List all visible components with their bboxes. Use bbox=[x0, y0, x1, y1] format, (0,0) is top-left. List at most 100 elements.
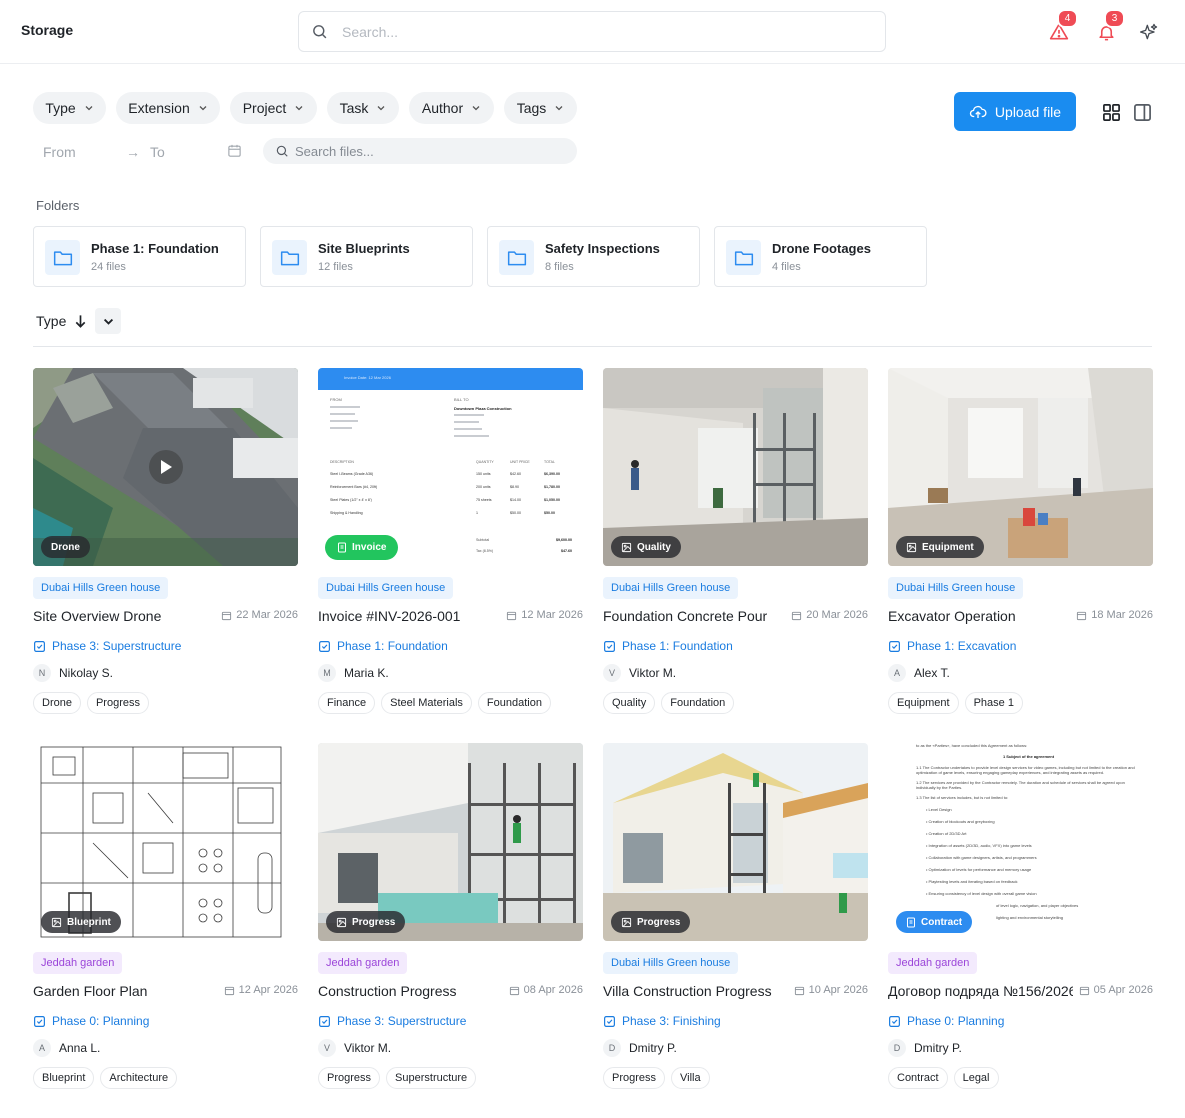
tag-chip[interactable]: Progress bbox=[86, 692, 149, 714]
task-link[interactable]: Phase 0: Planning bbox=[33, 1014, 149, 1028]
task-link[interactable]: Phase 0: Planning bbox=[888, 1014, 1004, 1028]
task-link[interactable]: Phase 1: Foundation bbox=[318, 639, 448, 653]
alert-button[interactable]: 4 bbox=[1048, 9, 1078, 43]
sort-dropdown[interactable] bbox=[95, 308, 121, 334]
avatar: D bbox=[888, 1039, 906, 1057]
file-title: Construction Progress bbox=[318, 983, 457, 999]
file-date: 20 Mar 2026 bbox=[791, 609, 868, 621]
date-to-field[interactable]: To bbox=[150, 144, 165, 160]
sort-label[interactable]: Type bbox=[36, 313, 66, 329]
file-thumbnail[interactable]: Blueprint bbox=[33, 743, 298, 941]
author-name: Viktor M. bbox=[629, 666, 677, 680]
tag-chip[interactable]: Equipment bbox=[888, 692, 959, 714]
project-tag[interactable]: Jeddah garden bbox=[888, 952, 978, 974]
file-card[interactable]: Progress Dubai Hills Green house Villa C… bbox=[603, 743, 868, 1093]
file-search[interactable] bbox=[263, 138, 577, 164]
filter-project[interactable]: Project bbox=[230, 92, 317, 124]
filter-type[interactable]: Type bbox=[33, 92, 106, 124]
tag-chip[interactable]: Drone bbox=[33, 692, 81, 714]
file-card[interactable]: Blueprint Jeddah garden Garden Floor Pla… bbox=[33, 743, 298, 1093]
tag-chip[interactable]: Progress bbox=[603, 1067, 666, 1089]
file-type-badge: Progress bbox=[326, 911, 406, 933]
filter-extension[interactable]: Extension bbox=[116, 92, 220, 124]
folder-card[interactable]: Site Blueprints 12 files bbox=[260, 226, 473, 287]
file-thumbnail[interactable]: Invoice Date: 12 Mar 2026 FROM BILL TO D… bbox=[318, 368, 583, 566]
project-tag[interactable]: Dubai Hills Green house bbox=[318, 577, 454, 599]
file-card[interactable]: to as the «Parties», have concluded this… bbox=[888, 743, 1153, 1093]
project-tag[interactable]: Jeddah garden bbox=[33, 952, 123, 974]
file-thumbnail[interactable]: Progress bbox=[318, 743, 583, 941]
file-type-label: Progress bbox=[637, 916, 681, 928]
arrow-down-icon[interactable] bbox=[73, 313, 88, 329]
tag-chip[interactable]: Foundation bbox=[477, 692, 551, 714]
file-thumbnail[interactable]: Progress bbox=[603, 743, 868, 941]
task-link[interactable]: Phase 3: Finishing bbox=[603, 1014, 721, 1028]
project-tag[interactable]: Jeddah garden bbox=[318, 952, 408, 974]
file-card[interactable]: Equipment Dubai Hills Green house Excava… bbox=[888, 368, 1153, 718]
alert-count-badge: 4 bbox=[1057, 9, 1078, 28]
invoice-cell: $42.60 bbox=[510, 472, 521, 476]
date-from-field[interactable]: From bbox=[43, 144, 76, 160]
file-type-label: Invoice bbox=[352, 542, 387, 553]
task-link[interactable]: Phase 1: Foundation bbox=[603, 639, 733, 653]
chevron-down-icon bbox=[85, 106, 93, 111]
author: D Dmitry P. bbox=[888, 1039, 962, 1057]
task-link[interactable]: Phase 3: Superstructure bbox=[318, 1014, 466, 1028]
file-thumbnail[interactable]: Quality bbox=[603, 368, 868, 566]
filter-author[interactable]: Author bbox=[409, 92, 494, 124]
invoice-col: QUANTITY bbox=[476, 460, 494, 464]
grid-view-icon[interactable] bbox=[1102, 103, 1121, 122]
file-thumbnail[interactable]: to as the «Parties», have concluded this… bbox=[888, 743, 1153, 941]
tag-chip[interactable]: Architecture bbox=[100, 1067, 178, 1089]
file-date: 12 Apr 2026 bbox=[224, 984, 298, 996]
folder-card[interactable]: Phase 1: Foundation 24 files bbox=[33, 226, 246, 287]
upload-file-button[interactable]: Upload file bbox=[954, 92, 1076, 131]
tag-chip[interactable]: Finance bbox=[318, 692, 376, 714]
play-button[interactable] bbox=[149, 450, 183, 484]
filter-tags[interactable]: Tags bbox=[504, 92, 577, 124]
file-date-value: 20 Mar 2026 bbox=[806, 609, 868, 621]
task-link[interactable]: Phase 1: Excavation bbox=[888, 639, 1016, 653]
filter-tags-label: Tags bbox=[516, 100, 547, 116]
file-thumbnail[interactable]: Drone bbox=[33, 368, 298, 566]
side-panel-icon[interactable] bbox=[1133, 103, 1152, 122]
file-search-input[interactable] bbox=[295, 143, 555, 159]
global-search[interactable] bbox=[298, 11, 886, 52]
author-name: Dmitry P. bbox=[914, 1041, 962, 1055]
tag-chip[interactable]: Quality bbox=[603, 692, 656, 714]
project-tag[interactable]: Dubai Hills Green house bbox=[33, 577, 169, 599]
project-tag[interactable]: Dubai Hills Green house bbox=[888, 577, 1024, 599]
calendar-icon[interactable] bbox=[227, 143, 242, 158]
tag-chip[interactable]: Superstructure bbox=[386, 1067, 477, 1089]
folder-card[interactable]: Safety Inspections 8 files bbox=[487, 226, 700, 287]
tag-chip[interactable]: Foundation bbox=[661, 692, 735, 714]
author-name: Dmitry P. bbox=[629, 1041, 677, 1055]
tag-chip[interactable]: Contract bbox=[888, 1067, 948, 1089]
notifications-button[interactable]: 3 bbox=[1095, 9, 1125, 43]
tag-chip[interactable]: Blueprint bbox=[33, 1067, 95, 1089]
file-card[interactable]: Quality Dubai Hills Green house Foundati… bbox=[603, 368, 868, 718]
file-card[interactable]: Progress Jeddah garden Construction Prog… bbox=[318, 743, 583, 1093]
chevron-down-icon bbox=[103, 318, 113, 325]
invoice-cell: Steel I-Beams (Grade A36) bbox=[330, 472, 374, 476]
folder-card[interactable]: Drone Footages 4 files bbox=[714, 226, 927, 287]
tag-chip[interactable]: Legal bbox=[953, 1067, 999, 1089]
tag-chip[interactable]: Steel Materials bbox=[381, 692, 472, 714]
contract-intro: to as the «Parties», have concluded this… bbox=[916, 743, 1028, 748]
tag-chip[interactable]: Progress bbox=[318, 1067, 381, 1089]
ai-assistant-button[interactable] bbox=[1138, 21, 1160, 43]
file-thumbnail[interactable]: Equipment bbox=[888, 368, 1153, 566]
author-name: Nikolay S. bbox=[59, 666, 114, 680]
tag-chip[interactable]: Phase 1 bbox=[964, 692, 1023, 714]
project-tag[interactable]: Dubai Hills Green house bbox=[603, 952, 739, 974]
global-search-input[interactable] bbox=[342, 23, 842, 40]
contract-bullet: • Creation of blockouts and greyboxing bbox=[926, 819, 995, 824]
tag-chip[interactable]: Villa bbox=[671, 1067, 710, 1089]
project-tag[interactable]: Dubai Hills Green house bbox=[603, 577, 739, 599]
task-name: Phase 3: Superstructure bbox=[52, 639, 182, 653]
task-link[interactable]: Phase 3: Superstructure bbox=[33, 639, 181, 653]
filter-task[interactable]: Task bbox=[327, 92, 399, 124]
file-card[interactable]: Invoice Date: 12 Mar 2026 FROM BILL TO D… bbox=[318, 368, 583, 718]
calendar-icon bbox=[507, 611, 517, 620]
file-card[interactable]: Drone Dubai Hills Green house Site Overv… bbox=[33, 368, 298, 718]
